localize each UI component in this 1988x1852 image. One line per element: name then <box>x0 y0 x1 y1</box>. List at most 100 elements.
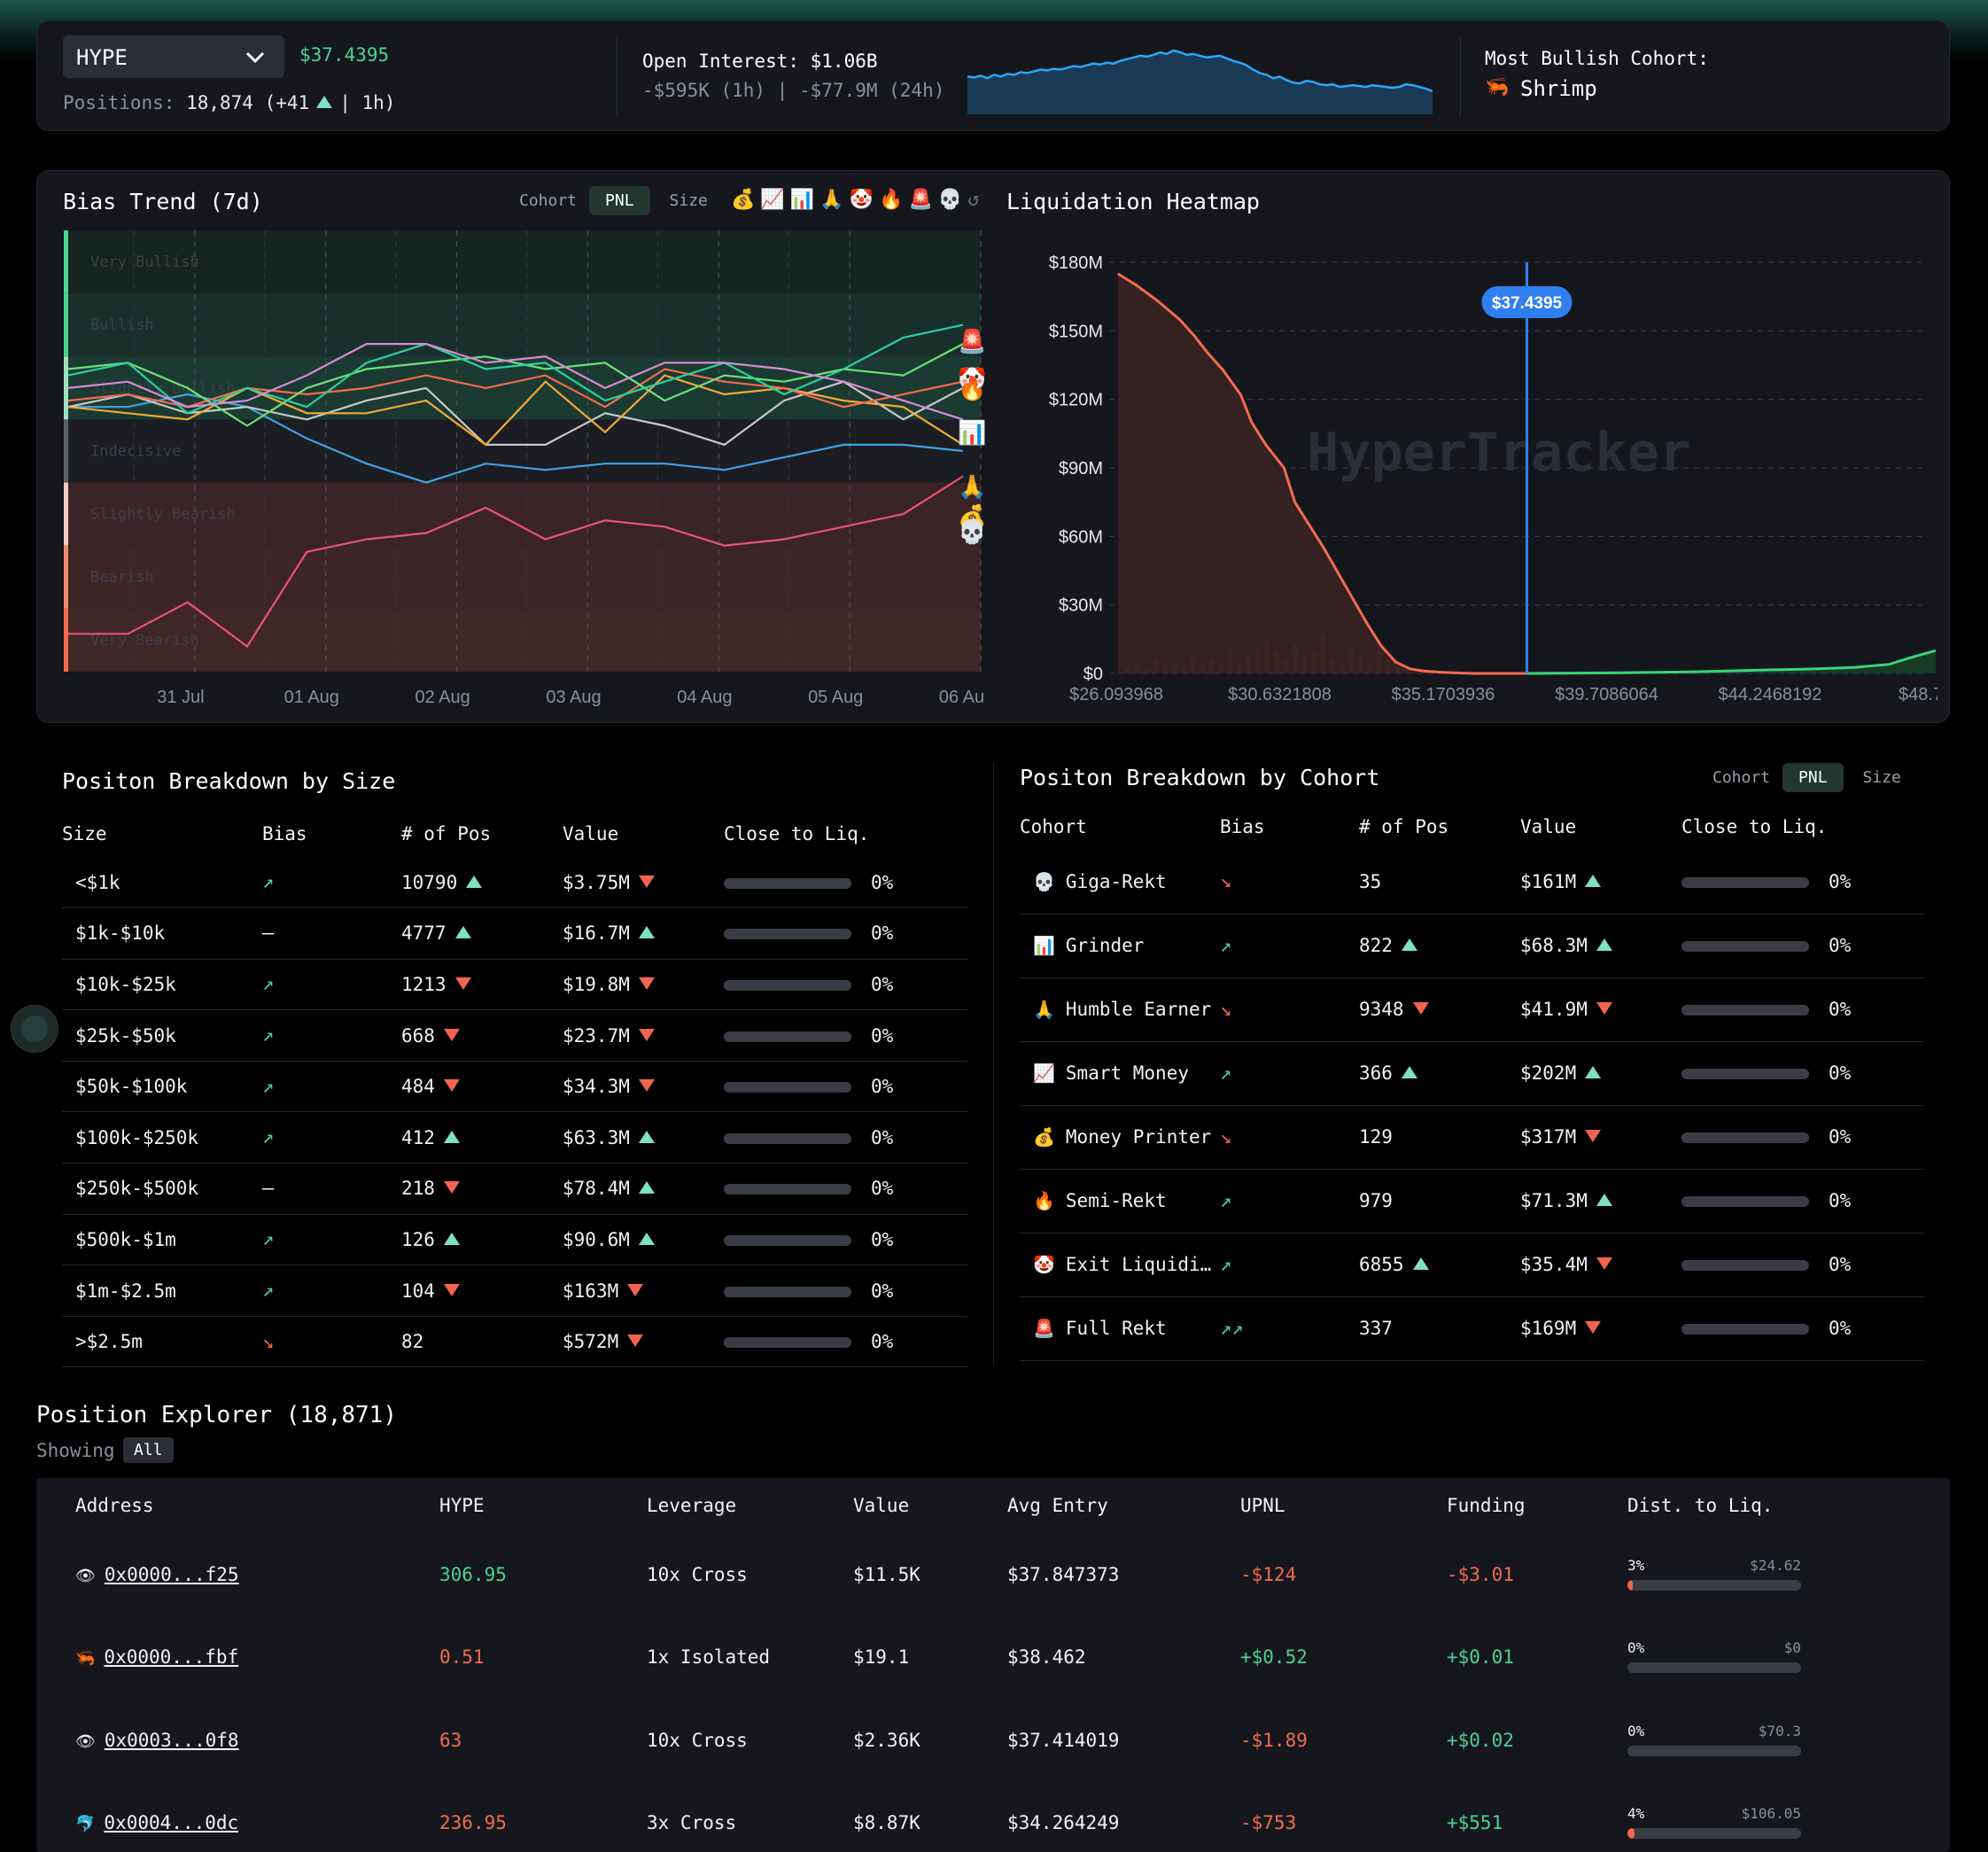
pnl-toggle[interactable]: PNL <box>1782 763 1844 792</box>
down-arrow-icon <box>443 1181 460 1194</box>
table-row[interactable]: $500k-$1m ↗ 126 $90.6M 0% <box>62 1214 967 1266</box>
size-toggle[interactable]: Size <box>654 186 724 215</box>
table-row[interactable]: $25k-$50k ↗ 668 $23.7M 0% <box>62 1009 967 1062</box>
address-link[interactable]: 0x0003...0f8 <box>105 1730 239 1751</box>
size-toggle[interactable]: Size <box>1847 763 1917 792</box>
symbol-select[interactable]: HYPE <box>63 35 284 78</box>
col-value[interactable]: Value <box>853 1478 1007 1533</box>
wallet-icon: 🦐 <box>75 1649 96 1669</box>
current-price: $37.4395 <box>299 44 390 66</box>
col-avg-entry[interactable]: Avg Entry <box>1007 1478 1240 1533</box>
table-row[interactable]: $250k-$500k — 218 $78.4M 0% <box>62 1163 967 1215</box>
dist-price: $106.05 <box>1741 1805 1801 1823</box>
col-liq: Close to Liq. <box>724 823 870 844</box>
table-row[interactable]: 🙏 Humble Earner ↘ 9348 $41.9M 0% <box>1020 977 1923 1042</box>
charts-card: Bias Trend (7d) Cohort PNL Size 💰 📈 📊 🙏 … <box>36 170 1950 723</box>
reset-icon[interactable]: ↺ <box>967 189 979 211</box>
cohort-name: Exit Liquidi… <box>1065 1254 1212 1275</box>
trend-up-icon: ↗ <box>262 1024 275 1047</box>
trend-up-icon: ↗ <box>1220 1062 1232 1085</box>
pnl-toggle[interactable]: PNL <box>589 186 650 215</box>
symbol-label: HYPE <box>76 45 128 70</box>
y-tick-label: $180M <box>1049 253 1103 273</box>
value-amount: $572M <box>563 1331 619 1353</box>
address-link[interactable]: 0x0004...0dc <box>104 1812 238 1833</box>
pos-cell: 979 <box>1359 1169 1520 1233</box>
table-row[interactable]: 📈 Smart Money ↗ 366 $202M 0% <box>1020 1041 1923 1106</box>
table-header: Address HYPE Leverage Value Avg Entry UP… <box>75 1478 1918 1533</box>
value-amount: $19.8M <box>563 973 630 995</box>
current-price-badge-label: $37.4395 <box>1492 294 1563 313</box>
table-row[interactable]: 🐬 0x0004...0dc 236.95 3x Cross $8.87K $34… <box>75 1782 1918 1852</box>
table-row[interactable]: $1k-$10k — 4777 $16.7M 0% <box>62 907 967 960</box>
wallet-icon: 👁 <box>75 1731 96 1751</box>
table-row[interactable]: $10k-$25k ↗ 1213 $19.8M 0% <box>62 959 967 1011</box>
table-row[interactable]: 🤡 Exit Liquidi… ↗ 6855 $35.4M 0% <box>1020 1233 1923 1297</box>
table-row[interactable]: >$2.5m ↘ 82 $572M 0% <box>62 1316 967 1368</box>
money-bag-icon[interactable]: 💰 <box>731 189 755 211</box>
leverage-cell: 1x Isolated <box>647 1646 771 1669</box>
value-amount: $78.4M <box>563 1178 630 1200</box>
x-tick-label: 05 Aug <box>808 688 863 707</box>
size-cell: $50k-$100k <box>62 1061 262 1113</box>
dist-progress <box>1627 1579 1801 1591</box>
bar-chart-icon[interactable]: 📊 <box>790 189 814 211</box>
cohort-cell: 🔥 Semi-Rekt <box>1020 1169 1220 1233</box>
cohort-breakdown-title: Positon Breakdown by Cohort <box>1020 765 1380 790</box>
bias-trend-chart: Very Bullish Bullish Slightly Bullish Indec… <box>64 230 985 707</box>
cohort-breakdown-toggle: Cohort PNL Size <box>1704 763 1917 792</box>
table-row[interactable]: 📊 Grinder ↗ 822 $68.3M 0% <box>1020 914 1923 978</box>
table-row[interactable]: 👁 0x0003...0f8 63 10x Cross $2.36K $37.41… <box>75 1699 1918 1782</box>
col-hype[interactable]: HYPE <box>439 1478 647 1533</box>
clown-icon[interactable]: 🤡 <box>850 189 874 211</box>
trend-down-icon: ↘ <box>1220 870 1232 893</box>
liq-percent: 0% <box>871 1024 894 1047</box>
liq-cell: 0% <box>1681 1169 1923 1233</box>
value-amount: $3.75M <box>563 871 630 893</box>
table-row[interactable]: $1m-$2.5m ↗ 104 $163M 0% <box>62 1264 967 1317</box>
chart-up-icon[interactable]: 📈 <box>760 189 784 211</box>
divider <box>1460 35 1461 117</box>
value-amount: $68.3M <box>1520 935 1588 956</box>
bias-cell: ↗ <box>262 959 401 1011</box>
pos-value: 4777 <box>401 922 447 945</box>
table-row[interactable]: <$1k ↗ 10790 $3.75M 0% <box>62 857 967 909</box>
pos-value: 337 <box>1359 1318 1393 1339</box>
table-row[interactable]: $100k-$250k ↗ 412 $63.3M 0% <box>62 1111 967 1164</box>
series-end-icon: 🚨 <box>958 328 985 355</box>
trend-down-icon: ↘ <box>1220 998 1232 1021</box>
funding-cell: -$3.01 <box>1447 1563 1514 1585</box>
pray-icon[interactable]: 🙏 <box>819 189 843 211</box>
address-link[interactable]: 0x0000...fbf <box>104 1646 238 1668</box>
x-tick-label: 01 Aug <box>284 688 339 707</box>
col-funding[interactable]: Funding <box>1447 1478 1627 1533</box>
bullish-cohort-label: Most Bullish Cohort: <box>1485 48 1709 69</box>
siren-icon[interactable]: 🚨 <box>908 189 932 211</box>
table-row[interactable]: 🔥 Semi-Rekt ↗ 979 $71.3M 0% <box>1020 1169 1923 1233</box>
col-address[interactable]: Address <box>75 1478 439 1533</box>
address-cell: 👁 0x0003...0f8 <box>75 1699 439 1782</box>
skull-icon[interactable]: 💀 <box>938 189 962 211</box>
table-row[interactable]: 👁 0x0000...f25 306.95 10x Cross $11.5K $3… <box>75 1533 1918 1616</box>
pos-cell: 412 <box>401 1111 563 1164</box>
col-dist-liq[interactable]: Dist. to Liq. <box>1627 1478 1918 1533</box>
x-tick-label: 03 Aug <box>546 688 601 707</box>
table-row[interactable]: $50k-$100k ↗ 484 $34.3M 0% <box>62 1061 967 1113</box>
scroll-handle[interactable] <box>11 1005 58 1053</box>
table-row[interactable]: 🦐 0x0000...fbf 0.51 1x Isolated $19.1 $38… <box>75 1616 1918 1700</box>
col-leverage[interactable]: Leverage <box>647 1478 853 1533</box>
table-row[interactable]: 💀 Giga-Rekt ↘ 35 $161M 0% <box>1020 850 1923 914</box>
pos-value: 9348 <box>1359 999 1404 1020</box>
liq-progress <box>724 1132 851 1144</box>
down-arrow-icon <box>638 875 655 888</box>
size-cell: $1k-$10k <box>62 907 262 960</box>
col-upnl[interactable]: UPNL <box>1240 1478 1447 1533</box>
table-row[interactable]: 💰 Money Printer ↘ 129 $317M 0% <box>1020 1105 1923 1170</box>
size-cell: $250k-$500k <box>62 1163 262 1215</box>
cohort-label: Cohort <box>1712 768 1771 787</box>
filter-all-chip[interactable]: All <box>123 1437 174 1463</box>
table-header: Cohort Bias # of Pos Value Close to Liq. <box>1020 804 1923 850</box>
fire-icon[interactable]: 🔥 <box>879 189 903 211</box>
address-link[interactable]: 0x0000...f25 <box>105 1564 239 1585</box>
table-row[interactable]: 🚨 Full Rekt ↗↗ 337 $169M 0% <box>1020 1296 1923 1361</box>
